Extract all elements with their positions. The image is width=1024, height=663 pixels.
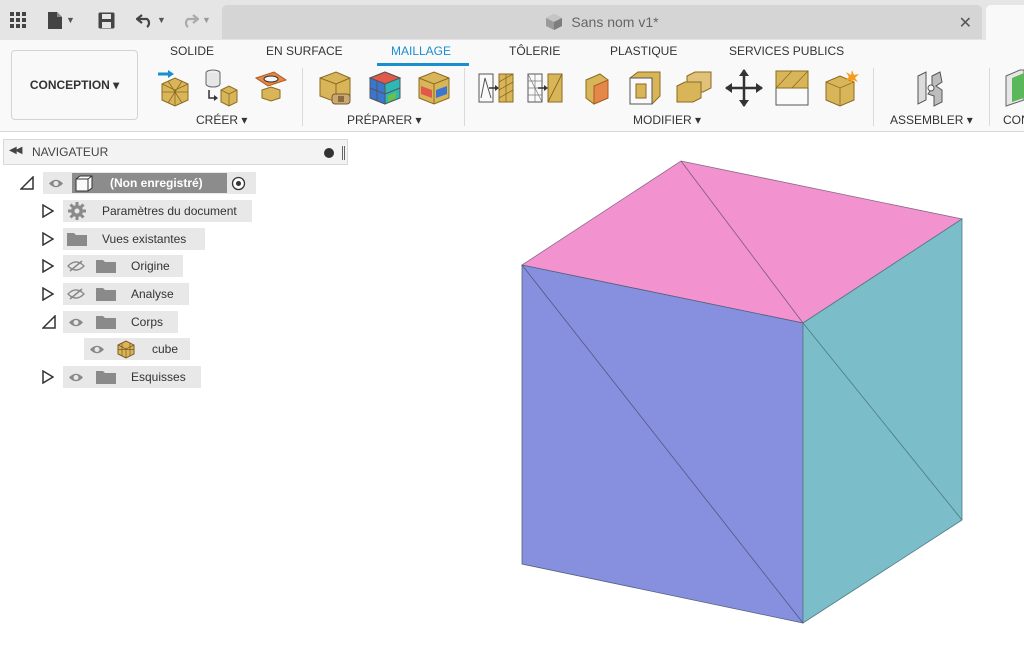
workspace-selector[interactable]: CONCEPTION ▾ xyxy=(11,50,138,120)
eye-hidden-icon[interactable] xyxy=(67,288,85,300)
combine-face-groups-icon[interactable] xyxy=(415,68,453,108)
apps-grid-icon[interactable] xyxy=(8,8,28,32)
save-button[interactable] xyxy=(96,8,116,32)
divider xyxy=(464,68,465,126)
gear-icon xyxy=(68,202,86,220)
mesh-body-icon xyxy=(117,340,135,359)
tree-item-label: Vues existantes xyxy=(102,232,187,246)
document-title: Sans nom v1* xyxy=(571,14,659,30)
expand-triangle-icon[interactable] xyxy=(42,232,54,246)
tree-item-bodies[interactable]: Corps xyxy=(0,311,185,333)
group-modifier[interactable]: MODIFIER ▾ xyxy=(633,113,701,127)
tab-tolerie[interactable]: TÔLERIE xyxy=(509,44,560,58)
tree-item-label: cube xyxy=(152,342,179,356)
eye-hidden-icon[interactable] xyxy=(67,260,85,272)
folder-icon xyxy=(67,233,87,246)
remesh-icon[interactable] xyxy=(477,68,515,108)
collapse-triangle-icon[interactable] xyxy=(42,315,56,329)
tree-item-cube-mesh[interactable]: cube xyxy=(0,338,195,360)
undo-icon xyxy=(136,14,151,28)
tree-item-sketches[interactable]: Esquisses xyxy=(0,366,205,388)
root-label: (Non enregistré) xyxy=(110,176,203,190)
undo-button[interactable]: ▼ xyxy=(134,8,168,32)
canvas-viewport[interactable] xyxy=(350,133,1024,658)
tree-item-document-settings[interactable]: Paramètres du document xyxy=(0,200,260,222)
collapse-left-icon[interactable]: ◀◀ xyxy=(9,145,22,156)
activate-radio-icon[interactable] xyxy=(231,176,246,191)
offset-icon[interactable] xyxy=(675,68,713,108)
folder-icon xyxy=(96,316,116,329)
expand-triangle-icon[interactable] xyxy=(42,370,54,384)
tree-item-origin[interactable]: Origine xyxy=(0,255,190,277)
divider xyxy=(989,68,990,126)
collapse-triangle-icon[interactable] xyxy=(20,176,34,190)
mesh-cube-model[interactable] xyxy=(350,133,1024,658)
file-menu-button[interactable]: ▼ xyxy=(44,8,78,32)
file-icon xyxy=(48,11,63,29)
tree-item-label: Analyse xyxy=(131,287,174,301)
tree-item-label: Origine xyxy=(131,259,170,273)
repair-mesh-icon[interactable] xyxy=(316,68,354,108)
insert-mesh-icon[interactable] xyxy=(156,68,194,108)
group-construire[interactable]: CON xyxy=(1003,113,1024,127)
navigator-header: ◀◀ NAVIGATEUR xyxy=(3,139,348,165)
toolbar-ribbon: CONCEPTION ▾ SOLIDE EN SURFACE MAILLAGE … xyxy=(0,40,1024,132)
divider xyxy=(302,68,303,126)
tree-item-named-views[interactable]: Vues existantes xyxy=(0,228,210,250)
close-tab-button[interactable]: ✕ xyxy=(959,13,972,33)
navigator-title: NAVIGATEUR xyxy=(32,145,109,159)
eye-icon[interactable] xyxy=(68,317,84,328)
erase-and-fill-icon[interactable] xyxy=(578,68,616,108)
tessellate-icon[interactable] xyxy=(201,68,239,108)
move-icon[interactable] xyxy=(725,68,763,108)
folder-icon xyxy=(96,371,116,384)
redo-button[interactable]: ▼ xyxy=(178,8,214,32)
minimize-icon[interactable] xyxy=(324,148,334,158)
tree-item-label: Paramètres du document xyxy=(102,204,237,218)
tree-root-row[interactable]: (Non enregistré) xyxy=(0,172,260,194)
tab-services-publics[interactable]: SERVICES PUBLICS xyxy=(729,44,844,58)
create-face-group-icon[interactable] xyxy=(252,68,290,108)
folder-icon xyxy=(96,288,116,301)
eye-icon[interactable] xyxy=(68,372,84,383)
active-tab-indicator xyxy=(377,63,469,66)
smooth-icon[interactable] xyxy=(822,68,860,108)
tab-en-surface[interactable]: EN SURFACE xyxy=(266,44,343,58)
eye-icon[interactable] xyxy=(89,344,105,355)
generate-face-groups-icon[interactable] xyxy=(366,68,404,108)
tree-item-label: Corps xyxy=(131,315,164,329)
tab-plastique[interactable]: PLASTIQUE xyxy=(610,44,677,58)
plane-cut-icon[interactable] xyxy=(773,68,811,108)
group-assembler[interactable]: ASSEMBLER ▾ xyxy=(890,113,973,127)
save-icon xyxy=(98,12,114,28)
expand-triangle-icon[interactable] xyxy=(42,204,54,218)
eye-icon[interactable] xyxy=(48,178,64,189)
group-preparer[interactable]: PRÉPARER ▾ xyxy=(347,113,421,127)
title-bar: ▼ ▼ ▼ Sans nom v1* ✕ xyxy=(0,0,1024,40)
shell-icon[interactable] xyxy=(626,68,664,108)
new-tab-area[interactable] xyxy=(986,5,1024,40)
expand-triangle-icon[interactable] xyxy=(42,259,54,273)
divider xyxy=(873,68,874,126)
document-icon xyxy=(75,175,93,192)
construct-plane-icon[interactable] xyxy=(1002,68,1024,108)
document-cube-icon xyxy=(546,14,563,30)
expand-triangle-icon[interactable] xyxy=(42,287,54,301)
folder-icon xyxy=(96,260,116,273)
tree-item-label: Esquisses xyxy=(131,370,186,384)
reduce-icon[interactable] xyxy=(526,68,564,108)
tab-maillage[interactable]: MAILLAGE xyxy=(391,44,451,58)
group-creer[interactable]: CRÉER ▾ xyxy=(196,113,247,127)
joint-icon[interactable] xyxy=(912,68,950,108)
document-tab[interactable]: Sans nom v1* ✕ xyxy=(222,5,982,39)
redo-icon xyxy=(185,14,200,28)
tree-item-analysis[interactable]: Analyse xyxy=(0,283,195,305)
tab-solide[interactable]: SOLIDE xyxy=(170,44,214,58)
resize-handle[interactable] xyxy=(342,146,345,160)
